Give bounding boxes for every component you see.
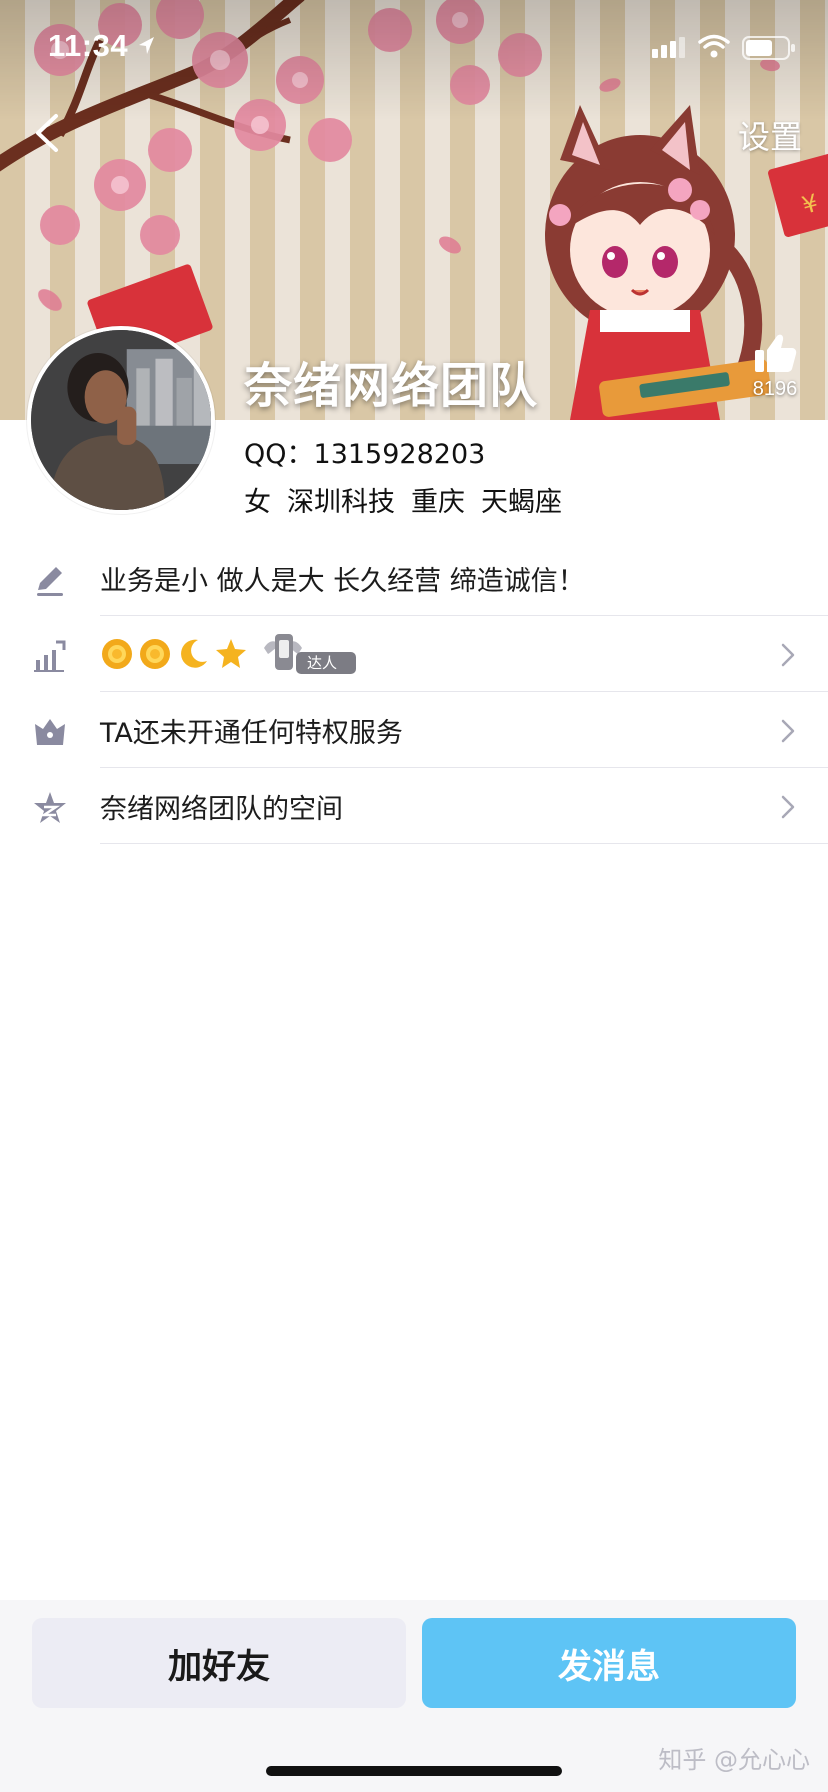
chevron-left-icon[interactable] <box>30 112 66 154</box>
profile-name: 奈绪网络团队 <box>244 358 539 414</box>
level-badges: 达人 <box>100 630 360 678</box>
like-button[interactable]: 8196 <box>742 332 808 401</box>
status-bar: 11:34 <box>0 0 828 96</box>
battery-icon <box>742 36 795 60</box>
send-message-button[interactable]: 发消息 <box>422 1618 796 1708</box>
cellular-signal-icon <box>652 37 685 58</box>
tag-company: 深圳科技 <box>287 487 395 518</box>
bottom-action-bar: 加好友 发消息 知乎 @允心心 <box>0 1600 828 1792</box>
pencil-icon <box>37 567 63 596</box>
daren-badge: 达人 <box>264 634 356 674</box>
signature-row[interactable]: 业务是小 做人是大 长久经营 缔造诚信！ <box>0 540 828 616</box>
qq-number: 1315928203 <box>313 439 486 470</box>
tag-gender: 女 <box>244 487 271 518</box>
location-arrow-icon <box>139 37 154 54</box>
row-divider <box>100 843 828 844</box>
avatar-photo <box>31 330 211 510</box>
qzone-text: 奈绪网络团队的空间 <box>100 793 343 825</box>
settings-button[interactable]: 设置 <box>738 112 802 158</box>
privilege-row[interactable]: TA还未开通任何特权服务 <box>0 692 828 768</box>
tag-city: 重庆 <box>411 487 465 518</box>
privilege-text: TA还未开通任何特权服务 <box>100 717 403 749</box>
profile-info-list: 业务是小 做人是大 长久经营 缔造诚信！ 达人 TA还未开通任何特权服务 奈绪网… <box>0 540 828 844</box>
star-icon <box>216 639 246 668</box>
profile-tags: 女 深圳科技 重庆 天蝎座 <box>244 480 562 519</box>
qzone-star-icon <box>34 792 66 823</box>
tag-zodiac: 天蝎座 <box>481 487 562 518</box>
qq-number-line: QQ：1315928203 <box>244 432 485 471</box>
home-indicator[interactable] <box>266 1766 562 1776</box>
chevron-right-icon <box>781 643 795 667</box>
wifi-icon <box>698 34 730 58</box>
sun-icon <box>140 639 170 669</box>
sun-icon <box>102 639 132 669</box>
chevron-right-icon <box>781 719 795 743</box>
like-count: 8196 <box>752 378 798 400</box>
add-friend-button[interactable]: 加好友 <box>32 1618 406 1708</box>
qq-label: QQ： <box>244 439 314 470</box>
status-time: 11:34 <box>48 28 129 63</box>
moon-icon <box>181 639 207 668</box>
qzone-row[interactable]: 奈绪网络团队的空间 <box>0 768 828 844</box>
crown-icon <box>35 719 65 745</box>
daren-badge-label: 达人 <box>307 654 337 672</box>
chevron-right-icon <box>781 795 795 819</box>
watermark: 知乎 @允心心 <box>658 1746 810 1774</box>
thumbs-up-icon <box>755 334 797 372</box>
signature-text: 业务是小 做人是大 长久经营 缔造诚信！ <box>100 565 585 597</box>
avatar[interactable] <box>27 326 215 514</box>
level-chart-icon <box>34 640 66 672</box>
level-row[interactable]: 达人 <box>0 616 828 692</box>
profile-page: ¥ 11:34 设置 奈绪网络团队 8196 QQ：1315928203 女 深… <box>0 0 828 1792</box>
